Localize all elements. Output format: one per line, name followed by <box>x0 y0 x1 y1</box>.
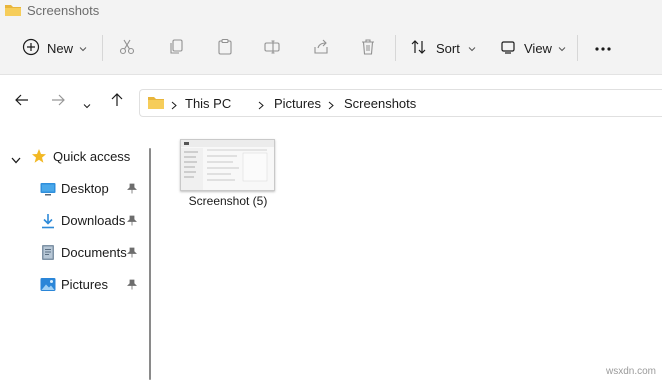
view-button-label: View <box>524 40 552 56</box>
breadcrumb-screenshots[interactable]: Screenshots <box>344 96 416 111</box>
sidebar-item-desktop[interactable]: Desktop <box>0 175 148 203</box>
chevron-down-icon <box>558 41 566 55</box>
chevron-right-icon <box>258 99 264 113</box>
paste-button[interactable] <box>216 33 234 63</box>
title-bar: Screenshots <box>0 0 662 22</box>
cut-button[interactable] <box>118 33 136 63</box>
pin-icon <box>127 215 137 229</box>
chevron-right-icon <box>328 99 334 113</box>
view-icon <box>500 39 516 58</box>
plus-circle-icon <box>22 38 40 59</box>
sidebar-item-label: Documents <box>61 245 127 260</box>
recent-locations-chevron-icon[interactable] <box>83 98 91 112</box>
more-options-button[interactable] <box>594 33 612 63</box>
pictures-icon <box>40 277 56 296</box>
view-button[interactable]: View <box>500 33 566 63</box>
navigation-pane: Quick access Desktop Downloads Documents… <box>0 126 152 380</box>
share-icon <box>312 38 330 59</box>
sidebar-item-label: Pictures <box>61 277 108 292</box>
sidebar-item-label: Desktop <box>61 181 109 196</box>
sort-button[interactable]: Sort <box>410 33 476 63</box>
folder-icon <box>147 95 165 113</box>
toolbar-divider <box>102 35 103 61</box>
toolbar-divider <box>577 35 578 61</box>
watermark: wsxdn.com <box>605 366 656 377</box>
sidebar-item-pictures[interactable]: Pictures <box>0 271 148 299</box>
window-title: Screenshots <box>27 3 100 18</box>
sort-button-label: Sort <box>436 40 460 56</box>
copy-icon <box>168 38 186 59</box>
rename-button[interactable] <box>263 33 281 63</box>
sort-icon <box>410 38 428 59</box>
desktop-icon <box>40 181 56 200</box>
download-icon <box>40 213 56 232</box>
toolbar-divider <box>395 35 396 61</box>
file-thumbnail <box>180 139 275 191</box>
clipboard-icon <box>216 38 234 59</box>
chevron-down-icon <box>468 41 476 55</box>
pin-icon <box>127 247 137 261</box>
breadcrumb-this-pc[interactable]: This PC <box>185 96 231 111</box>
up-arrow-icon[interactable] <box>109 92 125 111</box>
new-button[interactable]: New <box>22 33 87 63</box>
forward-arrow-icon[interactable] <box>50 92 66 111</box>
sidebar-item-label: Quick access <box>53 149 131 164</box>
back-arrow-icon[interactable] <box>14 92 30 111</box>
share-button[interactable] <box>312 33 330 63</box>
document-icon <box>40 244 56 264</box>
chevron-right-icon <box>171 99 177 113</box>
pin-icon <box>127 279 137 293</box>
folder-icon <box>4 3 22 20</box>
file-list: Screenshot (5) <box>158 126 662 380</box>
delete-button[interactable] <box>359 33 377 63</box>
star-icon <box>31 148 47 167</box>
navigation-row: This PC Pictures Screenshots <box>0 76 662 126</box>
rename-icon <box>263 38 281 59</box>
chevron-down-icon <box>79 41 87 55</box>
sidebar-item-downloads[interactable]: Downloads <box>0 207 148 235</box>
file-name: Screenshot (5) <box>188 194 268 208</box>
command-bar: New Sort View <box>0 22 662 75</box>
scissors-icon <box>118 38 136 59</box>
more-icon <box>594 41 612 55</box>
sidebar-item-quick-access[interactable]: Quick access <box>0 143 148 171</box>
pin-icon <box>127 183 137 197</box>
breadcrumb-pictures[interactable]: Pictures <box>274 96 321 111</box>
sidebar-item-label: Downloads <box>61 213 126 228</box>
copy-button[interactable] <box>168 33 186 63</box>
trash-icon <box>359 38 377 59</box>
address-bar[interactable]: This PC Pictures Screenshots <box>139 89 662 117</box>
chevron-down-icon[interactable] <box>11 153 21 167</box>
sidebar-scrollbar[interactable] <box>149 148 151 380</box>
new-button-label: New <box>47 40 74 56</box>
sidebar-item-documents[interactable]: Documents <box>0 239 148 267</box>
